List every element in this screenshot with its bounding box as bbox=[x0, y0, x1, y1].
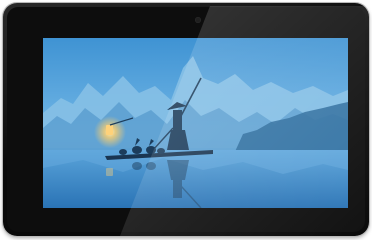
lantern-icon bbox=[106, 125, 113, 135]
tablet-screen bbox=[43, 38, 348, 208]
scene-image bbox=[43, 38, 348, 208]
front-camera-icon bbox=[195, 17, 201, 23]
tablet-mockup bbox=[0, 0, 372, 240]
